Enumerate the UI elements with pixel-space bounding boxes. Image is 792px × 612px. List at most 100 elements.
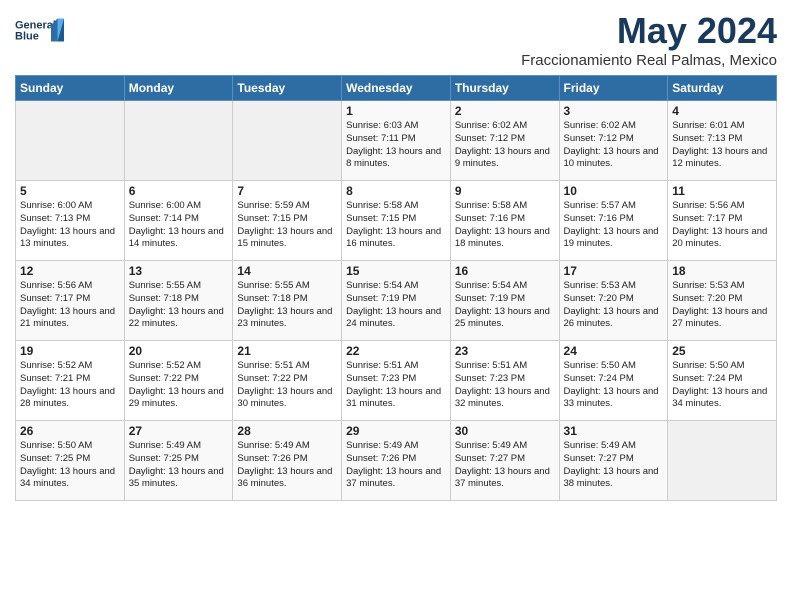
day-number: 8 — [346, 184, 446, 198]
day-content: Sunrise: 5:49 AMSunset: 7:26 PMDaylight:… — [237, 440, 337, 491]
calendar-cell: 31Sunrise: 5:49 AMSunset: 7:27 PMDayligh… — [559, 421, 668, 501]
calendar-cell: 18Sunrise: 5:53 AMSunset: 7:20 PMDayligh… — [668, 261, 777, 341]
location-title: Fraccionamiento Real Palmas, Mexico — [521, 52, 777, 69]
day-number: 2 — [455, 104, 555, 118]
calendar-cell: 11Sunrise: 5:56 AMSunset: 7:17 PMDayligh… — [668, 181, 777, 261]
calendar-cell: 8Sunrise: 5:58 AMSunset: 7:15 PMDaylight… — [342, 181, 451, 261]
day-content: Sunrise: 5:55 AMSunset: 7:18 PMDaylight:… — [237, 280, 337, 331]
day-number: 22 — [346, 344, 446, 358]
calendar-cell: 24 Sunrise: 5:50 AMSunset: 7:24 PMDayligh… — [559, 341, 668, 421]
day-content: Sunrise: 6:03 AMSunset: 7:11 PMDaylight:… — [346, 120, 446, 171]
calendar-cell: 23 Sunrise: 5:51 AMSunset: 7:23 PMDayligh… — [450, 341, 559, 421]
day-content: Sunrise: 5:49 AMSunset: 7:27 PMDaylight:… — [455, 440, 555, 491]
day-number: 29 — [346, 424, 446, 438]
calendar-cell — [233, 101, 342, 181]
calendar-cell: 7 Sunrise: 5:59 AMSunset: 7:15 PMDaylight… — [233, 181, 342, 261]
calendar-cell: 5 Sunrise: 6:00 AMSunset: 7:13 PMDaylight… — [16, 181, 125, 261]
day-number: 21 — [237, 344, 337, 358]
logo: General Blue — [15, 10, 65, 50]
calendar-cell: 20 Sunrise: 5:52 AMSunset: 7:22 PMDayligh… — [124, 341, 233, 421]
day-number: 10 — [564, 184, 664, 198]
calendar-cell: 28 Sunrise: 5:49 AMSunset: 7:26 PMDayligh… — [233, 421, 342, 501]
calendar-cell: 30Sunrise: 5:49 AMSunset: 7:27 PMDayligh… — [450, 421, 559, 501]
day-content: Sunrise: 5:54 AMSunset: 7:19 PMDaylight:… — [346, 280, 446, 331]
day-content: Sunrise: 5:56 AMSunset: 7:17 PMDaylight:… — [672, 200, 772, 251]
calendar-cell: 9 Sunrise: 5:58 AMSunset: 7:16 PMDaylight… — [450, 181, 559, 261]
day-content: Sunrise: 5:56 AMSunset: 7:17 PMDaylight:… — [20, 280, 120, 331]
calendar-cell: 4Sunrise: 6:01 AMSunset: 7:13 PMDaylight… — [668, 101, 777, 181]
day-number: 5 — [20, 184, 120, 198]
day-number: 28 — [237, 424, 337, 438]
day-content: Sunrise: 5:50 AMSunset: 7:25 PMDaylight:… — [20, 440, 120, 491]
day-content: Sunrise: 5:50 AMSunset: 7:24 PMDaylight:… — [672, 360, 772, 411]
title-block: May 2024 Fraccionamiento Real Palmas, Me… — [521, 10, 777, 69]
week-row-0: 1 Sunrise: 6:03 AMSunset: 7:11 PMDaylight… — [16, 101, 777, 181]
calendar-cell: 21 Sunrise: 5:51 AMSunset: 7:22 PMDayligh… — [233, 341, 342, 421]
day-content: Sunrise: 5:54 AMSunset: 7:19 PMDaylight:… — [455, 280, 555, 331]
calendar-cell: 19Sunrise: 5:52 AMSunset: 7:21 PMDayligh… — [16, 341, 125, 421]
calendar-cell — [668, 421, 777, 501]
day-content: Sunrise: 6:00 AMSunset: 7:14 PMDaylight:… — [129, 200, 229, 251]
day-number: 9 — [455, 184, 555, 198]
day-number: 25 — [672, 344, 772, 358]
calendar-cell: 6Sunrise: 6:00 AMSunset: 7:14 PMDaylight… — [124, 181, 233, 261]
header-wednesday: Wednesday — [342, 76, 451, 101]
calendar-table: SundayMondayTuesdayWednesdayThursdayFrid… — [15, 75, 777, 501]
calendar-cell: 17 Sunrise: 5:53 AMSunset: 7:20 PMDayligh… — [559, 261, 668, 341]
day-content: Sunrise: 5:53 AMSunset: 7:20 PMDaylight:… — [672, 280, 772, 331]
calendar-cell: 13Sunrise: 5:55 AMSunset: 7:18 PMDayligh… — [124, 261, 233, 341]
day-content: Sunrise: 5:57 AMSunset: 7:16 PMDaylight:… — [564, 200, 664, 251]
day-number: 7 — [237, 184, 337, 198]
day-content: Sunrise: 6:01 AMSunset: 7:13 PMDaylight:… — [672, 120, 772, 171]
calendar-cell: 29 Sunrise: 5:49 AMSunset: 7:26 PMDayligh… — [342, 421, 451, 501]
day-content: Sunrise: 5:50 AMSunset: 7:24 PMDaylight:… — [564, 360, 664, 411]
day-content: Sunrise: 5:52 AMSunset: 7:22 PMDaylight:… — [129, 360, 229, 411]
day-number: 16 — [455, 264, 555, 278]
day-content: Sunrise: 5:59 AMSunset: 7:15 PMDaylight:… — [237, 200, 337, 251]
page-header: General Blue May 2024 Fraccionamiento Re… — [15, 10, 777, 69]
day-number: 23 — [455, 344, 555, 358]
day-content: Sunrise: 5:51 AMSunset: 7:23 PMDaylight:… — [455, 360, 555, 411]
day-number: 19 — [20, 344, 120, 358]
day-number: 15 — [346, 264, 446, 278]
header-thursday: Thursday — [450, 76, 559, 101]
calendar-header-row: SundayMondayTuesdayWednesdayThursdayFrid… — [16, 76, 777, 101]
day-number: 3 — [564, 104, 664, 118]
week-row-3: 19Sunrise: 5:52 AMSunset: 7:21 PMDayligh… — [16, 341, 777, 421]
svg-text:General: General — [15, 20, 56, 32]
day-number: 20 — [129, 344, 229, 358]
calendar-cell: 15 Sunrise: 5:54 AMSunset: 7:19 PMDayligh… — [342, 261, 451, 341]
day-number: 14 — [237, 264, 337, 278]
day-number: 27 — [129, 424, 229, 438]
calendar-cell: 16 Sunrise: 5:54 AMSunset: 7:19 PMDayligh… — [450, 261, 559, 341]
day-content: Sunrise: 5:49 AMSunset: 7:25 PMDaylight:… — [129, 440, 229, 491]
calendar-cell: 12 Sunrise: 5:56 AMSunset: 7:17 PMDayligh… — [16, 261, 125, 341]
day-content: Sunrise: 5:53 AMSunset: 7:20 PMDaylight:… — [564, 280, 664, 331]
calendar-cell — [124, 101, 233, 181]
day-number: 24 — [564, 344, 664, 358]
day-number: 1 — [346, 104, 446, 118]
calendar-cell: 22Sunrise: 5:51 AMSunset: 7:23 PMDayligh… — [342, 341, 451, 421]
header-sunday: Sunday — [16, 76, 125, 101]
day-content: Sunrise: 5:51 AMSunset: 7:22 PMDaylight:… — [237, 360, 337, 411]
calendar-cell: 27 Sunrise: 5:49 AMSunset: 7:25 PMDayligh… — [124, 421, 233, 501]
day-number: 26 — [20, 424, 120, 438]
svg-text:Blue: Blue — [15, 31, 39, 43]
day-number: 17 — [564, 264, 664, 278]
calendar-cell: 26 Sunrise: 5:50 AMSunset: 7:25 PMDayligh… — [16, 421, 125, 501]
day-content: Sunrise: 6:02 AMSunset: 7:12 PMDaylight:… — [455, 120, 555, 171]
day-content: Sunrise: 5:58 AMSunset: 7:16 PMDaylight:… — [455, 200, 555, 251]
calendar-cell: 2 Sunrise: 6:02 AMSunset: 7:12 PMDaylight… — [450, 101, 559, 181]
logo-svg: General Blue — [15, 10, 65, 50]
header-tuesday: Tuesday — [233, 76, 342, 101]
day-number: 12 — [20, 264, 120, 278]
calendar-cell: 3 Sunrise: 6:02 AMSunset: 7:12 PMDaylight… — [559, 101, 668, 181]
day-content: Sunrise: 5:49 AMSunset: 7:26 PMDaylight:… — [346, 440, 446, 491]
day-content: Sunrise: 6:02 AMSunset: 7:12 PMDaylight:… — [564, 120, 664, 171]
header-friday: Friday — [559, 76, 668, 101]
header-saturday: Saturday — [668, 76, 777, 101]
calendar-cell: 1 Sunrise: 6:03 AMSunset: 7:11 PMDaylight… — [342, 101, 451, 181]
week-row-2: 12 Sunrise: 5:56 AMSunset: 7:17 PMDayligh… — [16, 261, 777, 341]
day-content: Sunrise: 6:00 AMSunset: 7:13 PMDaylight:… — [20, 200, 120, 251]
day-number: 31 — [564, 424, 664, 438]
